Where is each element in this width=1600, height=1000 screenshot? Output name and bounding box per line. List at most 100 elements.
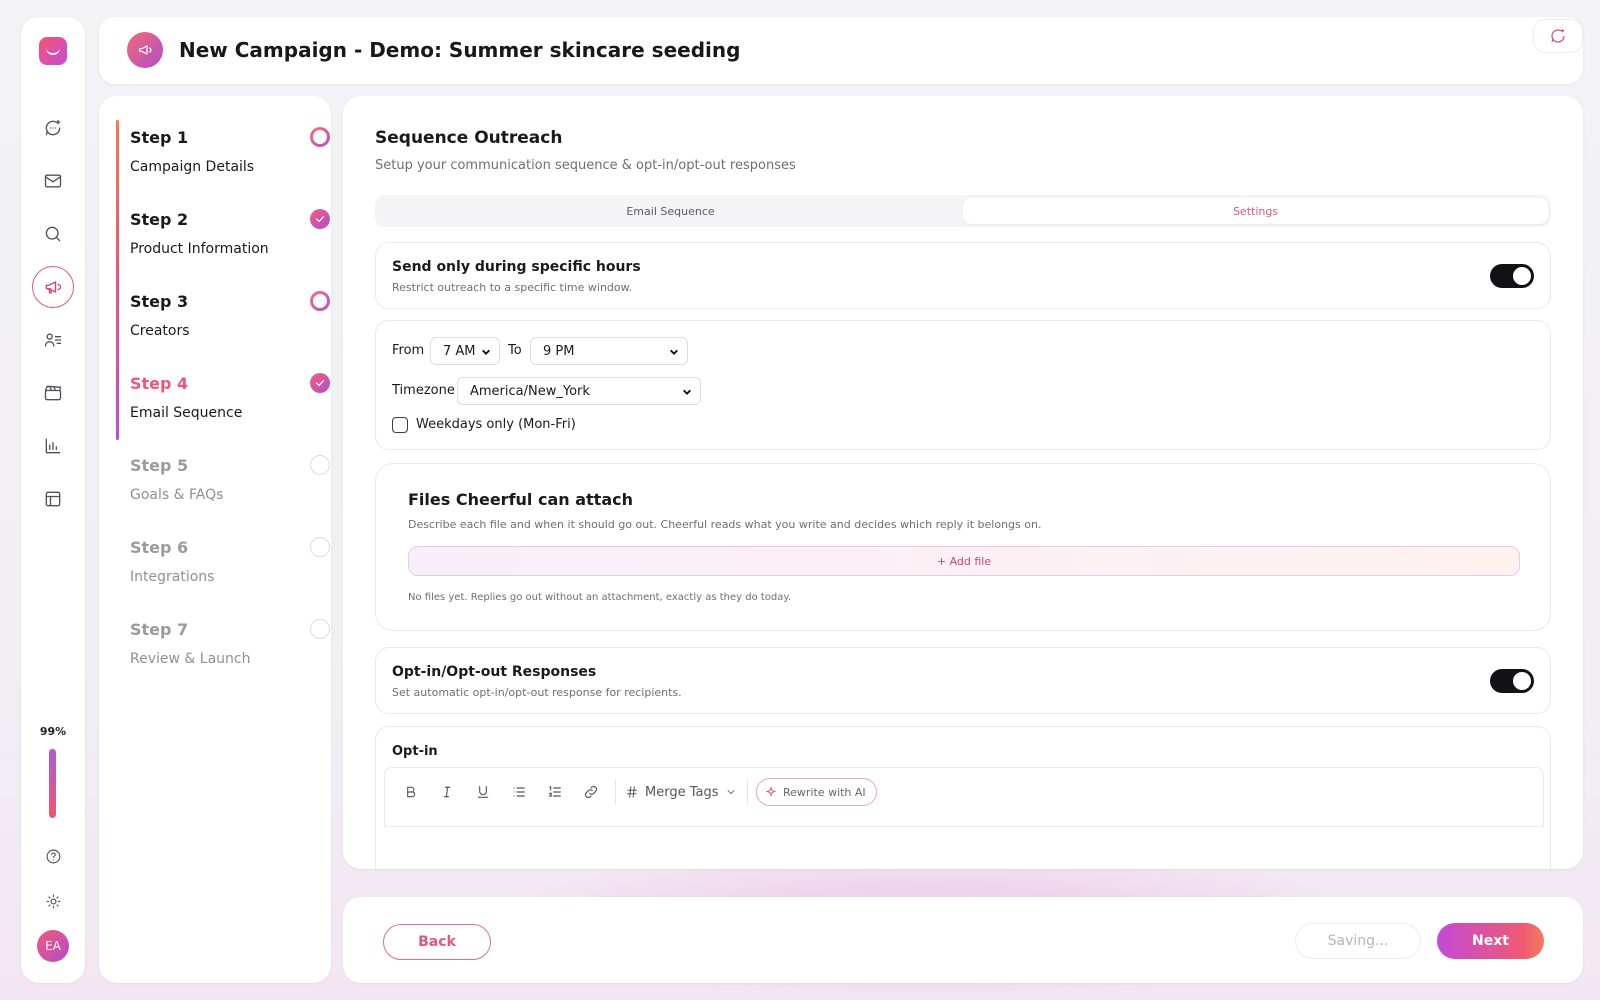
app-sidebar: 99% EA — [21, 17, 85, 983]
completion-bar — [49, 748, 56, 818]
step-title: Step 1 — [130, 128, 189, 147]
step-6[interactable]: Step 6 Integrations — [130, 537, 330, 585]
section-title: Sequence Outreach — [375, 128, 563, 148]
optinout-card: Opt-in/Opt-out Responses Set automatic o… — [375, 647, 1551, 714]
timezone-select[interactable]: America/New_York — [457, 377, 701, 405]
chevron-down-icon — [682, 386, 692, 396]
bold-icon[interactable] — [399, 780, 423, 804]
step-label: Integrations — [130, 569, 215, 585]
files-empty-note: No files yet. Replies go out without an … — [408, 592, 792, 603]
chat-sparkle-icon[interactable] — [32, 107, 74, 149]
app-logo[interactable] — [39, 37, 67, 65]
toolbar-divider — [615, 780, 616, 804]
from-label: From — [392, 343, 425, 358]
timezone-value: America/New_York — [470, 383, 590, 399]
completion-percent: 99% — [39, 725, 67, 738]
wizard-steps: Step 1 Campaign Details Step 2 Product I… — [99, 96, 331, 983]
rewrite-label: Rewrite with AI — [783, 785, 866, 799]
saving-status-button: Saving... — [1295, 923, 1421, 959]
step-label: Product Information — [130, 241, 269, 257]
next-button[interactable]: Next — [1437, 923, 1544, 959]
attachable-files-card: Files Cheerful can attach Describe each … — [375, 463, 1551, 631]
step-status-empty — [310, 455, 330, 475]
optin-editor: Merge Tags Rewrite with AI — [384, 767, 1544, 827]
step-3[interactable]: Step 3 Creators — [130, 292, 327, 339]
megaphone-icon[interactable] — [32, 266, 74, 308]
numbered-list-icon[interactable] — [543, 780, 567, 804]
underline-icon[interactable] — [471, 780, 495, 804]
step-title: Step 7 — [130, 620, 189, 639]
chevron-down-icon — [669, 346, 679, 356]
table-icon[interactable] — [32, 478, 74, 520]
tab-email-sequence[interactable]: Email Sequence — [378, 198, 963, 224]
specific-hours-toggle[interactable] — [1490, 264, 1534, 288]
rewrite-with-ai-button[interactable]: Rewrite with AI — [756, 778, 877, 806]
timezone-label: Timezone — [392, 383, 455, 398]
page-title: New Campaign - Demo: Summer skincare see… — [179, 38, 741, 62]
tab-settings[interactable]: Settings — [963, 198, 1548, 224]
sun-icon[interactable] — [32, 880, 74, 922]
bar-chart-icon[interactable] — [32, 425, 74, 467]
add-file-button[interactable]: + Add file — [408, 546, 1520, 576]
step-label: Review & Launch — [130, 651, 251, 667]
files-desc: Describe each file and when it should go… — [408, 518, 1042, 531]
completion-bar-fill — [49, 748, 56, 818]
italic-icon[interactable] — [435, 780, 459, 804]
specific-hours-title: Send only during specific hours — [392, 259, 641, 275]
users-list-icon[interactable] — [32, 319, 74, 361]
optinout-desc: Set automatic opt-in/opt-out response fo… — [392, 686, 682, 699]
hash-icon — [626, 786, 638, 798]
assistant-chat-button[interactable] — [1533, 19, 1583, 53]
bullet-list-icon[interactable] — [507, 780, 531, 804]
mail-icon[interactable] — [32, 160, 74, 202]
section-subtitle: Setup your communication sequence & opt-… — [375, 158, 796, 173]
user-avatar[interactable]: EA — [37, 930, 69, 962]
step-title: Step 4 — [130, 374, 189, 393]
weekdays-checkbox[interactable] — [392, 417, 408, 433]
chevron-down-icon — [481, 346, 491, 356]
clapperboard-icon[interactable] — [32, 372, 74, 414]
wizard-footer: Back Saving... Next — [343, 897, 1583, 983]
step-label: Goals & FAQs — [130, 487, 224, 503]
from-select[interactable]: 7 AM — [430, 337, 500, 365]
check-icon — [310, 209, 330, 229]
step-4[interactable]: Step 4 Email Sequence — [130, 373, 330, 421]
back-button[interactable]: Back — [383, 924, 491, 960]
chevron-down-icon — [727, 790, 734, 795]
step-status-ring — [310, 291, 330, 311]
sparkle-icon — [765, 786, 777, 797]
search-icon[interactable] — [32, 213, 74, 255]
sequence-tabs: Email Sequence Settings — [375, 195, 1551, 227]
merge-tags-label: Merge Tags — [645, 784, 719, 800]
step-status-empty — [310, 619, 330, 639]
specific-hours-desc: Restrict outreach to a specific time win… — [392, 281, 633, 294]
step-2[interactable]: Step 2 Product Information — [130, 209, 330, 257]
optin-card: Opt-in Merge Tags Rewrite with AI — [375, 726, 1551, 869]
optinout-title: Opt-in/Opt-out Responses — [392, 664, 597, 680]
chat-sparkle-icon — [1551, 29, 1565, 43]
optin-label: Opt-in — [392, 744, 438, 759]
step-title: Step 6 — [130, 538, 189, 557]
step-1[interactable]: Step 1 Campaign Details — [130, 128, 327, 175]
toolbar-divider — [747, 780, 748, 804]
step-title: Step 2 — [130, 210, 189, 229]
campaign-megaphone-icon — [127, 32, 163, 68]
page-header: New Campaign - Demo: Summer skincare see… — [99, 17, 1583, 84]
merge-tags-dropdown[interactable]: Merge Tags — [625, 780, 737, 804]
from-value: 7 AM — [443, 343, 476, 359]
help-icon[interactable] — [32, 835, 74, 877]
step-title: Step 5 — [130, 456, 189, 475]
step-5[interactable]: Step 5 Goals & FAQs — [130, 455, 330, 503]
to-value: 9 PM — [543, 343, 575, 359]
files-title: Files Cheerful can attach — [408, 490, 633, 509]
optinout-toggle[interactable] — [1490, 669, 1534, 693]
step-title: Step 3 — [130, 292, 189, 311]
step-status-ring — [310, 127, 330, 147]
link-icon[interactable] — [579, 780, 603, 804]
step-label: Campaign Details — [130, 159, 255, 175]
time-window-card: From 7 AM To 9 PM Timezone America/New_Y… — [375, 320, 1551, 450]
step-status-empty — [310, 537, 330, 557]
step-label: Email Sequence — [130, 405, 243, 421]
to-select[interactable]: 9 PM — [530, 337, 688, 365]
step-7[interactable]: Step 7 Review & Launch — [130, 619, 330, 667]
